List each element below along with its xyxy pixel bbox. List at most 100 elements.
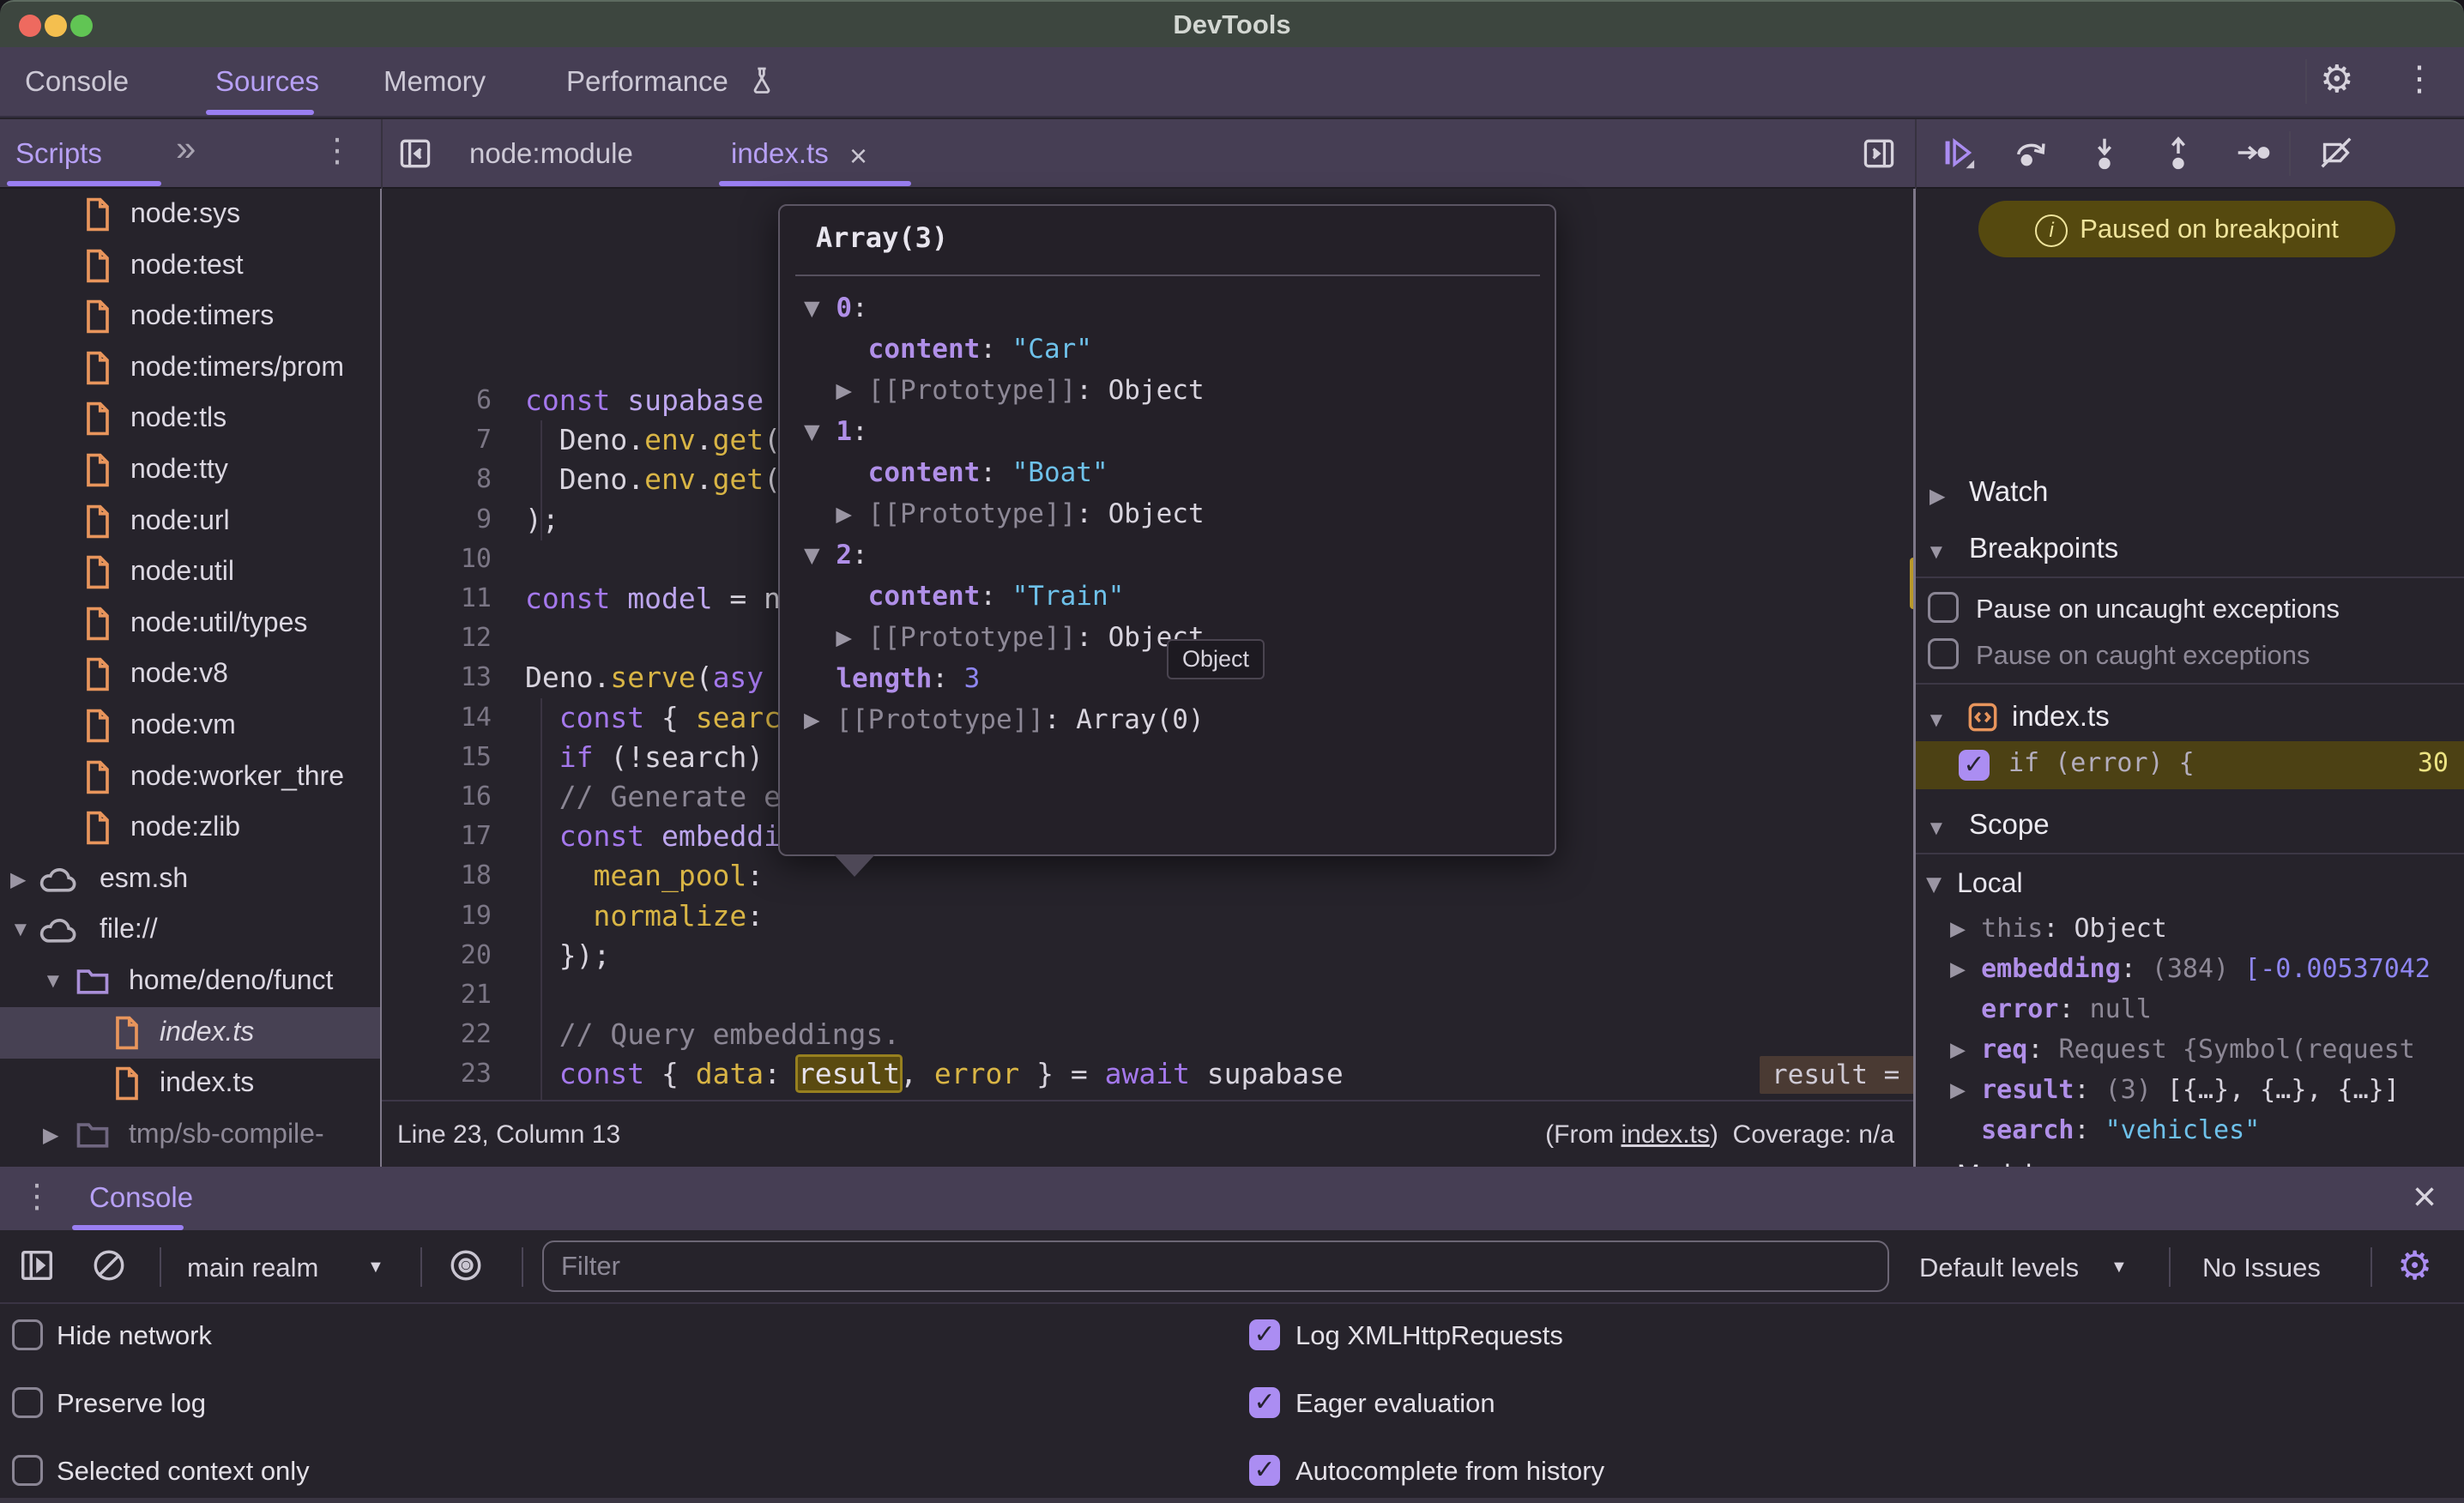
line-number[interactable]: 19: [382, 896, 492, 936]
line-number[interactable]: 15: [382, 738, 492, 777]
popup-row[interactable]: content: "Boat": [804, 453, 1108, 492]
tab-scripts[interactable]: Scripts: [15, 119, 102, 184]
scope-entry[interactable]: ▶ req: Request {Symbol(request: [1950, 1030, 2464, 1070]
tree-item-index-ts[interactable]: index.ts: [0, 1007, 380, 1059]
setting-label[interactable]: Autocomplete from history: [1295, 1456, 1604, 1487]
deactivate-breakpoints-button[interactable]: [2316, 133, 2356, 172]
popup-row[interactable]: ▼ 2:: [804, 535, 868, 575]
line-number[interactable]: 11: [382, 579, 492, 619]
setting-checkbox-log-xmlhttprequests[interactable]: ✓: [1249, 1319, 1280, 1350]
step-out-button[interactable]: [2159, 133, 2198, 172]
line-number[interactable]: 22: [382, 1015, 492, 1054]
more-tabs-icon[interactable]: »: [176, 128, 196, 169]
scope-entry[interactable]: ▶ result: (3) [{…}, {…}, {…}]: [1950, 1071, 2464, 1110]
step-into-button[interactable]: [2085, 133, 2124, 172]
kebab-menu-icon[interactable]: ⋮: [2402, 59, 2437, 99]
setting-label[interactable]: Eager evaluation: [1295, 1388, 1495, 1419]
tab-sources[interactable]: Sources: [215, 47, 319, 112]
tree-item-node-vm[interactable]: node:vm: [0, 700, 380, 752]
log-levels-selector[interactable]: Default levels: [1919, 1252, 2079, 1283]
tree-item-esm-sh[interactable]: ▶esm.sh: [0, 854, 380, 905]
pause-uncaught-checkbox[interactable]: [1928, 592, 1959, 623]
scope-entry[interactable]: error: null: [1950, 990, 2464, 1029]
popup-row[interactable]: ▶ [[Prototype]]: Object: [804, 371, 1205, 410]
setting-checkbox-eager-evaluation[interactable]: ✓: [1249, 1387, 1280, 1418]
tree-item-tmp-sb-compile-[interactable]: ▶tmp/sb-compile-: [0, 1109, 380, 1161]
tree-item-node-util[interactable]: node:util: [0, 546, 380, 598]
tree-item-node-zlib[interactable]: node:zlib: [0, 802, 380, 854]
editor-tab-node-module[interactable]: node:module: [469, 119, 633, 184]
tree-expand-icon[interactable]: ▶: [10, 867, 26, 892]
line-number[interactable]: 14: [382, 698, 492, 738]
line-number[interactable]: 20: [382, 936, 492, 975]
popup-row[interactable]: content: "Train": [804, 576, 1124, 616]
line-number[interactable]: 7: [382, 420, 492, 460]
levels-caret-icon[interactable]: ▼: [2111, 1258, 2128, 1277]
issues-counter[interactable]: No Issues: [2202, 1252, 2321, 1283]
line-number[interactable]: 21: [382, 975, 492, 1015]
scope-entry[interactable]: ▼ Module: [1926, 1155, 2464, 1167]
popup-row[interactable]: ▶ [[Prototype]]: Array(0): [804, 700, 1205, 739]
tree-item-node-test[interactable]: node:test: [0, 240, 380, 292]
bp-group-expand-icon[interactable]: ▼: [1926, 709, 1947, 733]
sidebar-kebab-icon[interactable]: ⋮: [321, 131, 353, 170]
setting-label[interactable]: Selected context only: [57, 1456, 310, 1487]
scope-entry[interactable]: ▶ embedding: (384) [-0.00537042: [1950, 950, 2464, 989]
setting-checkbox-selected-context-only[interactable]: [12, 1455, 43, 1486]
tab-performance[interactable]: Performance: [566, 47, 728, 112]
popup-row[interactable]: ▼ 0:: [804, 288, 868, 328]
editor-tab-index-ts[interactable]: index.ts: [731, 119, 829, 184]
tree-expand-icon[interactable]: ▶: [43, 1123, 58, 1148]
close-editor-tab-icon[interactable]: ×: [849, 138, 867, 174]
tree-item-node-sys[interactable]: node:sys: [0, 189, 380, 240]
resume-button[interactable]: [1937, 133, 1977, 172]
close-drawer-icon[interactable]: ×: [2413, 1174, 2437, 1221]
tree-item-node-worker-thre[interactable]: node:worker_thre: [0, 752, 380, 803]
dock-right-icon[interactable]: [1860, 135, 1898, 172]
tree-expand-icon[interactable]: ▼: [10, 918, 31, 942]
tab-console[interactable]: Console: [25, 47, 129, 112]
filter-input[interactable]: [542, 1240, 1889, 1292]
line-number[interactable]: 16: [382, 777, 492, 817]
line-number[interactable]: 18: [382, 856, 492, 896]
setting-label[interactable]: Hide network: [57, 1320, 212, 1351]
line-number[interactable]: 8: [382, 460, 492, 499]
popup-row[interactable]: ▶ [[Prototype]]: Object: [804, 494, 1205, 534]
live-expression-eye-icon[interactable]: [446, 1246, 486, 1285]
tree-item-file-[interactable]: ▼file://: [0, 904, 380, 956]
line-number[interactable]: 13: [382, 658, 492, 697]
console-settings-gear-icon[interactable]: ⚙: [2397, 1242, 2432, 1289]
tree-item-node-v8[interactable]: node:v8: [0, 649, 380, 700]
breakpoints-expand-icon[interactable]: ▼: [1926, 540, 1947, 564]
scope-expand-icon[interactable]: ▼: [1926, 817, 1947, 841]
setting-checkbox-preserve-log[interactable]: [12, 1387, 43, 1418]
scope-entry[interactable]: ▶ this: Object: [1950, 909, 2464, 949]
popup-row[interactable]: ▶ [[Prototype]]: Object: [804, 618, 1205, 657]
setting-checkbox-hide-network[interactable]: [12, 1319, 43, 1350]
popup-row[interactable]: ▼ 1:: [804, 412, 868, 451]
setting-label[interactable]: Log XMLHttpRequests: [1295, 1320, 1563, 1351]
setting-checkbox-autocomplete-from-history[interactable]: ✓: [1249, 1455, 1280, 1486]
line-number[interactable]: 10: [382, 540, 492, 579]
pause-caught-label[interactable]: Pause on caught exceptions: [1976, 640, 2310, 671]
console-sidebar-icon[interactable]: [17, 1246, 57, 1285]
tree-item-node-timers[interactable]: node:timers: [0, 291, 380, 342]
watch-expand-icon[interactable]: ▶: [1930, 484, 1945, 509]
tree-item-node-tls[interactable]: node:tls: [0, 393, 380, 444]
realm-caret-icon[interactable]: ▼: [367, 1258, 384, 1277]
setting-label[interactable]: Preserve log: [57, 1388, 206, 1419]
clear-console-icon[interactable]: [89, 1246, 129, 1285]
scope-section[interactable]: Scope: [1969, 808, 2050, 841]
tree-item-node-util-types[interactable]: node:util/types: [0, 598, 380, 649]
tree-item-node-tty[interactable]: node:tty: [0, 444, 380, 496]
dock-left-icon[interactable]: [396, 135, 434, 172]
tree-expand-icon[interactable]: ▼: [43, 969, 63, 993]
tree-item-node-url[interactable]: node:url: [0, 496, 380, 547]
popup-row[interactable]: content: "Car": [804, 329, 1092, 369]
drawer-kebab-icon[interactable]: ⋮: [21, 1177, 53, 1216]
line-number[interactable]: 17: [382, 817, 492, 856]
breakpoints-section[interactable]: Breakpoints: [1969, 532, 2118, 564]
realm-selector[interactable]: main realm: [187, 1252, 318, 1283]
line-number[interactable]: 23: [382, 1054, 492, 1094]
line-number[interactable]: 6: [382, 381, 492, 420]
